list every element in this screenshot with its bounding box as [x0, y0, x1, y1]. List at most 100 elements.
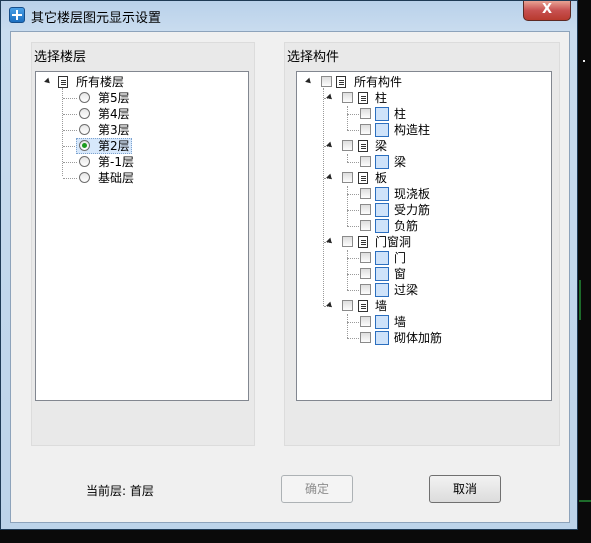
component-checkbox[interactable] — [360, 188, 371, 199]
component-item[interactable]: 负筋 — [297, 218, 537, 234]
tree-connector — [347, 162, 359, 164]
floor-item-label: 第2层 — [98, 139, 130, 153]
settings-dialog: 其它楼层图元显示设置 X 选择楼层 所有楼层 第5层 第4层 第3层 第2层 第-1层基… — [0, 0, 578, 530]
group-checkbox[interactable] — [342, 92, 353, 103]
component-group[interactable]: 墙 — [297, 298, 537, 314]
masonry-rebar-icon — [375, 331, 389, 345]
tree-connector — [347, 186, 349, 226]
constructional-column-icon — [375, 123, 389, 137]
group-checkbox[interactable] — [342, 236, 353, 247]
component-group[interactable]: 梁 — [297, 138, 537, 154]
floor-item-label: 第5层 — [98, 91, 130, 105]
negative-rebar-icon — [375, 219, 389, 233]
expand-arrow-icon[interactable] — [326, 141, 334, 150]
floor-radio[interactable] — [79, 92, 90, 103]
beam-icon — [375, 155, 389, 169]
component-item[interactable]: 现浇板 — [297, 186, 537, 202]
floor-item-label: 基础层 — [98, 171, 135, 185]
floor-item-label: 第3层 — [98, 123, 130, 137]
component-item[interactable]: 窗 — [297, 266, 537, 282]
cancel-button[interactable]: 取消 — [429, 475, 501, 503]
component-checkbox[interactable] — [360, 220, 371, 231]
expand-arrow-icon[interactable] — [326, 237, 334, 246]
component-checkbox[interactable] — [360, 284, 371, 295]
dialog-title: 其它楼层图元显示设置 — [31, 11, 162, 26]
component-tree[interactable]: 所有构件 柱柱构造柱梁梁板现浇板 受力筋 负筋 门窗洞门窗过梁墙墙砌体加筋 — [296, 71, 552, 401]
component-item[interactable]: 梁 — [297, 154, 537, 170]
component-checkbox[interactable] — [360, 252, 371, 263]
floor-radio[interactable] — [79, 140, 90, 151]
floor-item[interactable]: 基础层 — [36, 170, 236, 186]
floor-tree-root[interactable]: 所有楼层 — [36, 74, 236, 90]
expand-arrow-icon[interactable] — [305, 77, 313, 86]
document-icon — [58, 76, 68, 88]
group-label: 梁 — [375, 139, 388, 153]
lintel-icon — [375, 283, 389, 297]
component-group[interactable]: 门窗洞 — [297, 234, 537, 250]
floor-item[interactable]: 第5层 — [36, 90, 236, 106]
floor-radio[interactable] — [79, 108, 90, 119]
component-item[interactable]: 门 — [297, 250, 537, 266]
main-rebar-icon — [375, 203, 389, 217]
expand-arrow-icon[interactable] — [326, 301, 334, 310]
door-icon — [375, 251, 389, 265]
component-item[interactable]: 受力筋 — [297, 202, 537, 218]
title-bar[interactable]: 其它楼层图元显示设置 X — [1, 1, 577, 31]
component-group[interactable]: 柱 — [297, 90, 537, 106]
component-label: 窗 — [394, 267, 407, 281]
floor-root-label: 所有楼层 — [76, 75, 125, 89]
component-label: 构造柱 — [394, 123, 431, 137]
floor-item[interactable]: 第-1层 — [36, 154, 236, 170]
component-checkbox[interactable] — [360, 332, 371, 343]
group-label: 门窗洞 — [375, 235, 412, 249]
group-checkbox[interactable] — [342, 172, 353, 183]
current-floor-label: 当前层: 首层 — [86, 484, 154, 498]
component-checkbox[interactable] — [360, 268, 371, 279]
component-label: 现浇板 — [394, 187, 431, 201]
component-item[interactable]: 过梁 — [297, 282, 537, 298]
expand-arrow-icon[interactable] — [326, 93, 334, 102]
tree-connector — [323, 88, 325, 306]
document-icon — [358, 172, 368, 184]
group-checkbox[interactable] — [342, 140, 353, 151]
component-checkbox[interactable] — [360, 124, 371, 135]
floor-tree[interactable]: 所有楼层 第5层第4层第3层第2层 第-1层 基础层 — [35, 71, 249, 401]
tree-connector — [63, 146, 77, 148]
expand-arrow-icon[interactable] — [44, 77, 52, 86]
component-checkbox[interactable] — [360, 204, 371, 215]
tree-connector — [347, 338, 359, 340]
floor-item-label: 第4层 — [98, 107, 130, 121]
group-label: 柱 — [375, 91, 388, 105]
cast-slab-icon — [375, 187, 389, 201]
component-group[interactable]: 板 — [297, 170, 537, 186]
expand-arrow-icon[interactable] — [326, 173, 334, 182]
floor-item[interactable]: 第2层 — [36, 138, 236, 154]
floor-item[interactable]: 第3层 — [36, 122, 236, 138]
tree-connector — [347, 154, 349, 162]
component-checkbox[interactable] — [360, 156, 371, 167]
tree-connector — [63, 130, 77, 132]
document-icon — [358, 236, 368, 248]
floor-item[interactable]: 第4层 — [36, 106, 236, 122]
group-checkbox[interactable] — [342, 300, 353, 311]
tree-connector — [347, 250, 349, 290]
component-item[interactable]: 砌体加筋 — [297, 330, 537, 346]
component-checkbox[interactable] — [360, 108, 371, 119]
component-checkbox[interactable] — [360, 316, 371, 327]
ok-button[interactable]: 确定 — [281, 475, 353, 503]
tree-connector — [63, 114, 77, 116]
component-label: 负筋 — [394, 219, 419, 233]
component-tree-root[interactable]: 所有构件 — [297, 74, 537, 90]
tree-connector — [347, 130, 359, 132]
component-label: 墙 — [394, 315, 407, 329]
floor-radio[interactable] — [79, 172, 90, 183]
component-item[interactable]: 墙 — [297, 314, 537, 330]
close-button[interactable]: X — [523, 1, 571, 21]
component-item[interactable]: 构造柱 — [297, 122, 537, 138]
tree-connector — [347, 314, 349, 338]
select-all-components-checkbox[interactable] — [321, 76, 332, 87]
dialog-body: 选择楼层 所有楼层 第5层 第4层 第3层 第2层 第-1层 基础层 选择构件 所有 — [10, 31, 570, 523]
floor-radio[interactable] — [79, 156, 90, 167]
component-item[interactable]: 柱 — [297, 106, 537, 122]
floor-radio[interactable] — [79, 124, 90, 135]
